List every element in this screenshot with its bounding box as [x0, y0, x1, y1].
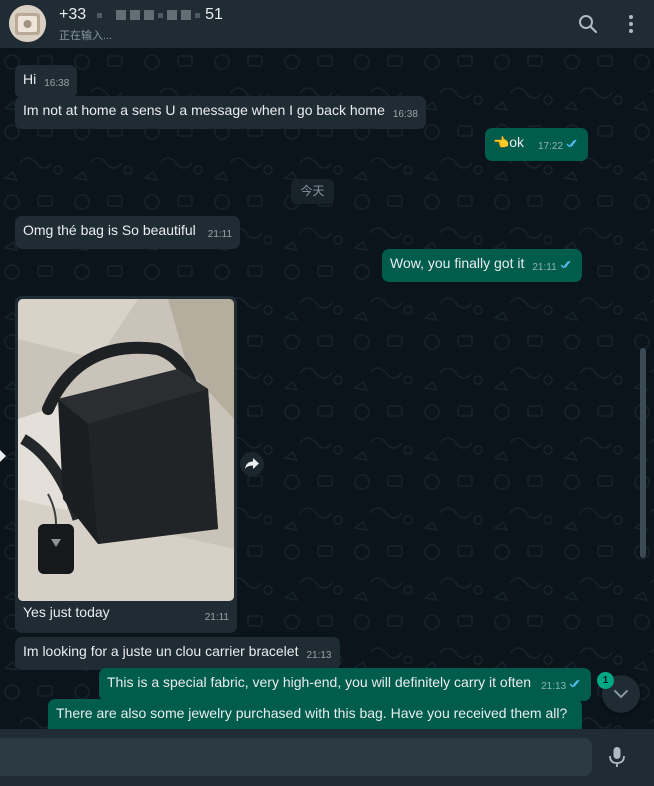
message-time: 21:13 [541, 681, 567, 692]
contact-avatar[interactable] [9, 5, 46, 42]
message-outgoing[interactable]: 👈ok 17:22 [485, 128, 589, 161]
message-incoming[interactable]: Im looking for a juste un clou carrier b… [15, 637, 340, 670]
read-ticks-icon [566, 139, 580, 148]
search-icon[interactable] [576, 12, 600, 36]
message-outgoing[interactable]: There are also some jewelry purchased wi… [48, 699, 582, 729]
message-text: Wow, you finally got it [390, 255, 525, 271]
bag-photo[interactable] [18, 299, 234, 601]
message-image[interactable]: Yes just today 21:11 [15, 296, 237, 633]
message-time: 21:11 [204, 612, 229, 623]
message-outgoing[interactable]: This is a special fabric, very high-end,… [99, 668, 592, 701]
unread-count-badge: 1 [597, 672, 614, 689]
message-time: 21:11 [207, 229, 233, 240]
contact-name-suffix: 51 [205, 6, 223, 23]
message-text: ok [509, 134, 524, 150]
chat-scrollbar[interactable] [640, 348, 646, 558]
contact-name[interactable]: +33 51 [59, 6, 223, 24]
forward-icon[interactable] [240, 452, 264, 476]
pointing-emoji: 👈 [493, 135, 510, 150]
typing-status: 正在输入... [59, 30, 113, 42]
message-incoming[interactable]: Im not at home a sens U a message when I… [15, 96, 426, 129]
message-text: This is a special fabric, very high-end,… [107, 674, 532, 690]
message-text: Hi [23, 71, 37, 87]
chat-area[interactable]: Hi 16:38 Im not at home a sens U a messag… [0, 48, 654, 729]
read-ticks-icon [569, 679, 583, 688]
message-text: There are also some jewelry purchased wi… [56, 705, 568, 721]
message-outgoing[interactable]: Wow, you finally got it 21:11 [382, 249, 582, 282]
message-time: 21:13 [306, 650, 332, 661]
carousel-prev-arrow-icon[interactable] [0, 448, 8, 464]
message-time: 16:38 [44, 78, 70, 89]
message-time: 16:38 [392, 109, 418, 120]
kebab-menu-icon[interactable] [619, 12, 643, 36]
message-input[interactable] [0, 738, 592, 776]
message-composer [0, 729, 654, 786]
message-time: 17:22 [537, 141, 564, 152]
read-ticks-icon [560, 260, 574, 269]
redacted-number [96, 10, 201, 20]
date-divider: 今天 [291, 179, 334, 204]
message-incoming[interactable]: Omg thé bag is So beautiful 21:11 [15, 216, 241, 249]
message-text: Omg thé bag is So beautiful [23, 222, 196, 238]
message-text: Im not at home a sens U a message when I… [23, 102, 385, 118]
message-incoming[interactable]: Hi 16:38 [15, 65, 78, 98]
mic-icon[interactable] [606, 746, 628, 768]
message-text: Im looking for a juste un clou carrier b… [23, 643, 299, 659]
image-caption: Yes just today [23, 604, 110, 620]
message-time: 21:11 [532, 262, 557, 273]
contact-name-prefix: +33 [59, 6, 87, 23]
chat-header: +33 51 正在输入... [0, 0, 654, 48]
chevron-down-icon [614, 690, 628, 699]
